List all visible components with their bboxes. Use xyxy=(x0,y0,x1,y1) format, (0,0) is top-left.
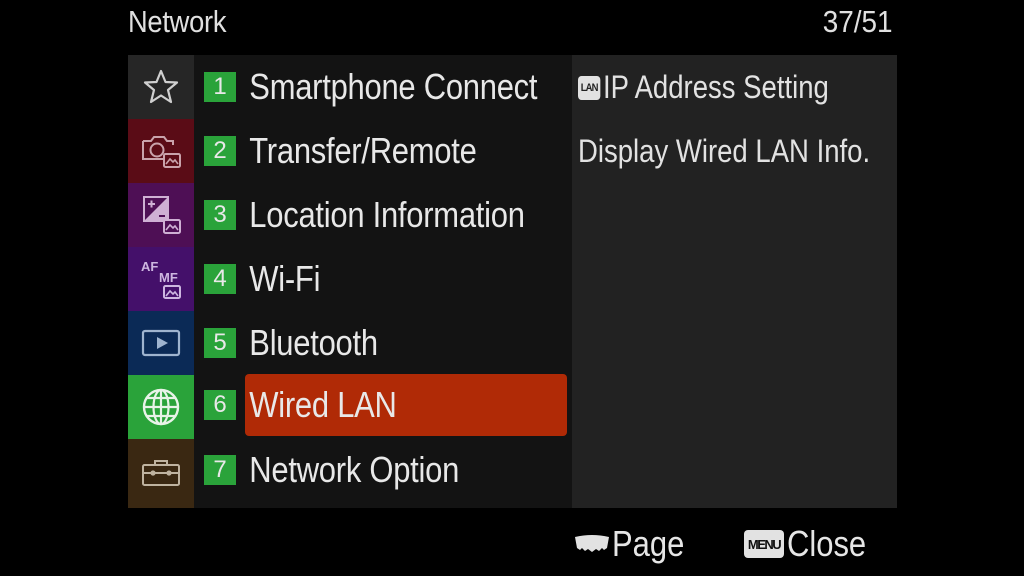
submenu-item-ip-address-setting[interactable]: LAN IP Address Setting xyxy=(578,69,829,106)
item-number-badge: 6 xyxy=(204,390,236,420)
menu-item-wifi[interactable]: 4 Wi-Fi xyxy=(194,247,572,311)
item-label: Location Information xyxy=(249,194,525,235)
menu-item-bluetooth[interactable]: 5 Bluetooth xyxy=(194,311,572,375)
menu-item-transfer-remote[interactable]: 2 Transfer/Remote xyxy=(194,119,572,183)
close-label: Close xyxy=(787,523,867,564)
category-sidebar: AF MF xyxy=(128,55,194,508)
toolbox-icon xyxy=(142,459,180,486)
item-label-box: Network Option xyxy=(245,439,567,501)
menu-panel: AF MF 1 Smartphone Connect 2 Transfer/Re… xyxy=(128,55,897,508)
menu-button-icon: MENU xyxy=(744,530,784,558)
item-label-box: Smartphone Connect xyxy=(245,56,567,118)
page-indicator: 37/51 xyxy=(823,4,893,39)
playback-icon xyxy=(141,329,181,357)
svg-text:AF: AF xyxy=(141,259,158,274)
item-number-badge: 5 xyxy=(204,328,236,358)
item-number-badge: 7 xyxy=(204,455,236,485)
star-icon xyxy=(143,69,179,104)
globe-network-icon xyxy=(142,388,180,426)
page-label: Page xyxy=(612,523,685,564)
lan-icon: LAN xyxy=(578,75,601,100)
menu-item-smartphone-connect[interactable]: 1 Smartphone Connect xyxy=(194,55,572,119)
item-label: Network Option xyxy=(249,449,460,490)
item-label-box: Transfer/Remote xyxy=(245,120,567,182)
submenu-panel: LAN IP Address Setting Display Wired LAN… xyxy=(572,55,897,508)
item-label: Wi-Fi xyxy=(249,258,321,299)
submenu-item-display-wired-lan-info[interactable]: Display Wired LAN Info. xyxy=(578,133,870,170)
item-number-badge: 3 xyxy=(204,200,236,230)
page-title: Network xyxy=(128,4,227,39)
menu-item-network-option[interactable]: 7 Network Option xyxy=(194,438,572,502)
sidebar-tab-favorites[interactable] xyxy=(128,55,194,119)
selected-highlight: Wired LAN xyxy=(245,374,567,436)
item-number-badge: 2 xyxy=(204,136,236,166)
sidebar-tab-playback[interactable] xyxy=(128,311,194,375)
item-label-box: Location Information xyxy=(245,184,567,246)
sidebar-tab-setup[interactable] xyxy=(128,439,194,508)
sidebar-tab-focus[interactable]: AF MF xyxy=(128,247,194,311)
item-number-badge: 1 xyxy=(204,72,236,102)
item-label-box: Wi-Fi xyxy=(245,248,567,310)
sidebar-tab-exposure[interactable] xyxy=(128,183,194,247)
control-dial-icon xyxy=(575,535,609,552)
camera-photo-icon xyxy=(142,136,181,168)
sidebar-tab-network[interactable] xyxy=(128,375,194,439)
exposure-photo-icon xyxy=(143,196,181,234)
item-label-box: Bluetooth xyxy=(245,312,567,374)
sidebar-tab-shooting[interactable] xyxy=(128,119,194,183)
submenu-item-label: IP Address Setting xyxy=(602,69,829,105)
item-label: Bluetooth xyxy=(249,322,378,363)
menu-list: 1 Smartphone Connect 2 Transfer/Remote 3… xyxy=(194,55,572,508)
item-label: Smartphone Connect xyxy=(249,66,538,107)
af-mf-icon: AF MF xyxy=(141,259,181,299)
item-number-badge: 4 xyxy=(204,264,236,294)
submenu-item-label: Display Wired LAN Info. xyxy=(578,133,871,169)
page-hint[interactable]: Page xyxy=(574,522,696,566)
svg-text:MF: MF xyxy=(159,270,178,285)
menu-item-wired-lan[interactable]: 6 Wired LAN xyxy=(194,373,572,437)
item-label: Transfer/Remote xyxy=(249,130,477,171)
item-label: Wired LAN xyxy=(249,384,397,425)
close-button[interactable]: MENU Close xyxy=(744,522,879,566)
menu-item-location-information[interactable]: 3 Location Information xyxy=(194,183,572,247)
